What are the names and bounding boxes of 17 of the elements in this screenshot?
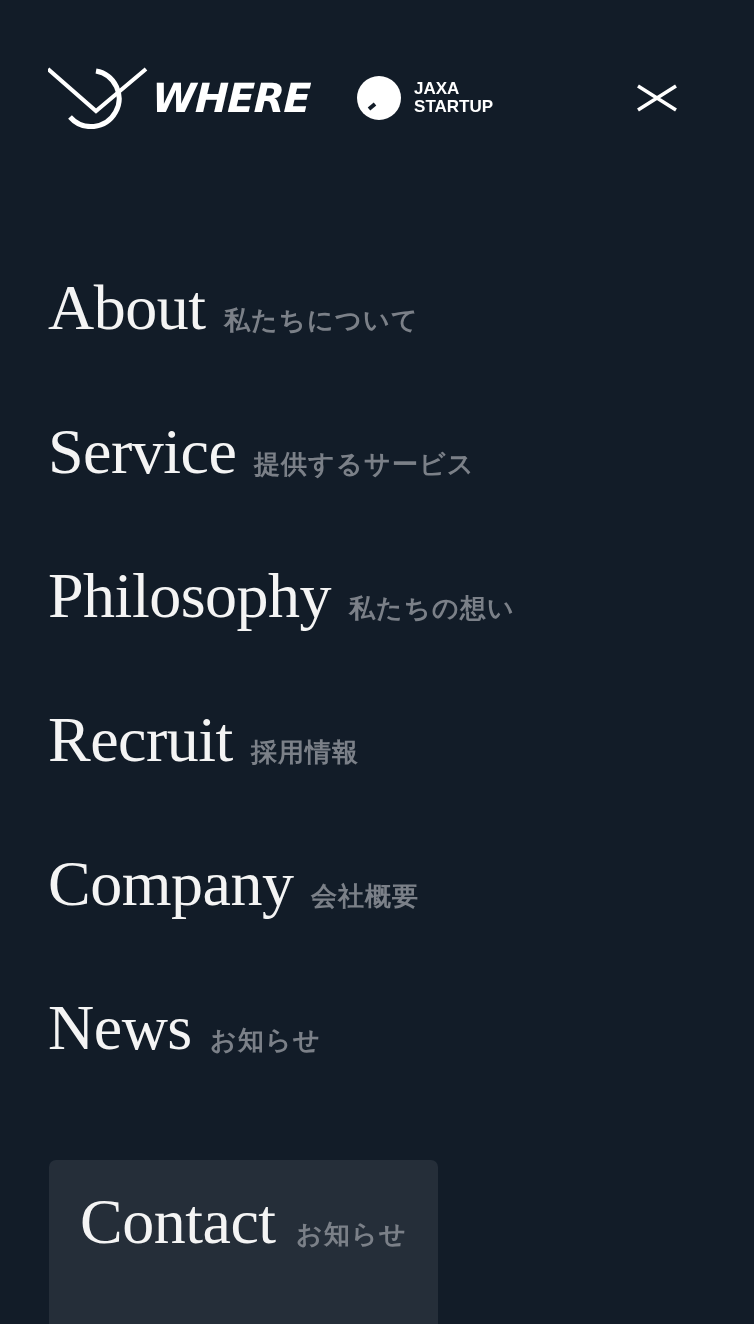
partner-label: JAXA STARTUP bbox=[414, 80, 494, 116]
nav-subtitle: 私たちについて bbox=[223, 304, 419, 337]
nav-link[interactable]: About bbox=[48, 276, 206, 340]
nav-subtitle: 私たちの想い bbox=[349, 592, 516, 625]
nav-link[interactable]: Recruit bbox=[48, 708, 233, 772]
nav-link[interactable]: Service bbox=[48, 420, 237, 484]
nav-link[interactable]: News bbox=[48, 996, 192, 1060]
circle-logo-icon bbox=[356, 75, 403, 121]
contact-link[interactable]: Contact bbox=[80, 1190, 276, 1254]
contact-subtitle: お知らせ bbox=[295, 1218, 407, 1251]
nav-subtitle: 提供するサービス bbox=[254, 448, 476, 481]
nav-subtitle: 会社概要 bbox=[311, 880, 420, 913]
logo-icon bbox=[48, 67, 148, 129]
nav-subtitle: 採用情報 bbox=[250, 736, 359, 769]
logo-wordmark: WHERE bbox=[151, 75, 311, 121]
nav-subtitle: お知らせ bbox=[209, 1024, 321, 1057]
close-button[interactable] bbox=[636, 82, 678, 114]
